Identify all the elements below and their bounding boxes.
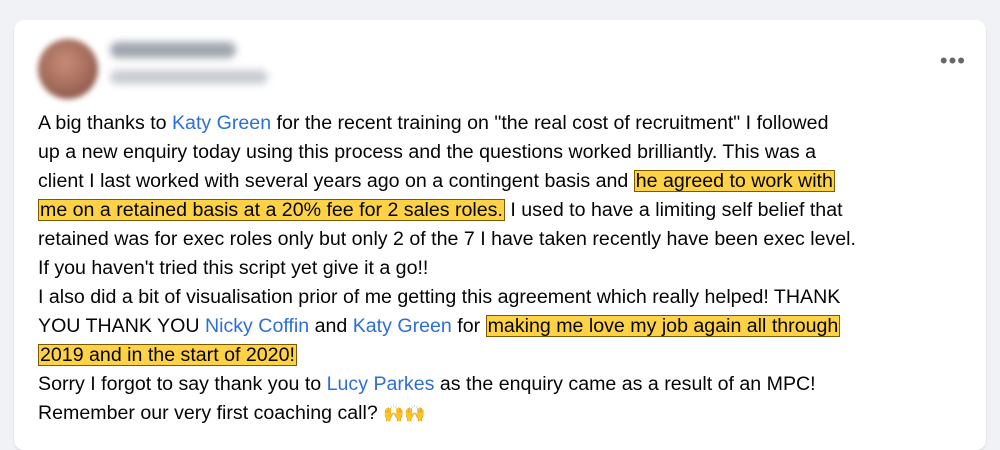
post-line: up a new enquiry today using this proces… [38, 138, 978, 167]
text-segment: A big thanks to [38, 112, 172, 134]
post-line: A big thanks to Katy Green for the recen… [38, 109, 978, 138]
author-name-blurred[interactable] [110, 42, 236, 58]
text-segment: I used to have a limiting self belief th… [504, 199, 843, 221]
highlighted-text: me on a retained basis at a 20% fee for … [38, 199, 505, 221]
text-segment: retained was for exec roles only but onl… [38, 228, 856, 250]
post-card: ••• A big thanks to Katy Green for the r… [14, 20, 986, 450]
highlighted-text: he agreed to work with [633, 170, 835, 192]
post-line: me on a retained basis at a 20% fee for … [38, 196, 978, 225]
text-segment: YOU THANK YOU [38, 315, 205, 337]
highlighted-text: 2019 and in the start of 2020! [38, 344, 297, 366]
mention-nicky-coffin[interactable]: Nicky Coffin [205, 315, 309, 337]
post-line: 2019 and in the start of 2020! [38, 341, 978, 370]
text-segment: for the recent training on "the real cos… [271, 112, 829, 134]
post-line: client I last worked with several years … [38, 167, 978, 196]
post-line: If you haven't tried this script yet giv… [38, 254, 978, 283]
post-timestamp-blurred[interactable] [110, 70, 268, 84]
post-line: Sorry I forgot to say thank you to Lucy … [38, 370, 978, 399]
post-line: retained was for exec roles only but onl… [38, 225, 978, 254]
text-segment: Sorry I forgot to say thank you to [38, 373, 327, 395]
text-segment: as the enquiry came as a result of an MP… [434, 373, 816, 395]
text-segment: I also did a bit of visualisation prior … [38, 286, 841, 308]
post-line: Remember our very first coaching call? 🙌… [38, 399, 978, 428]
author-avatar[interactable] [38, 39, 98, 99]
text-segment: If you haven't tried this script yet giv… [38, 257, 429, 279]
text-segment: for [451, 315, 486, 337]
mention-katy-green[interactable]: Katy Green [353, 315, 452, 337]
highlighted-text: making me love my job again all through [485, 315, 841, 337]
text-segment: client I last worked with several years … [38, 170, 634, 192]
post-line: YOU THANK YOU Nicky Coffin and Katy Gree… [38, 312, 978, 341]
text-segment: and [309, 315, 353, 337]
text-segment: up a new enquiry today using this proces… [38, 141, 817, 163]
more-options-icon[interactable]: ••• [940, 50, 966, 72]
mention-katy-green[interactable]: Katy Green [172, 112, 271, 134]
text-segment: Remember our very first coaching call? [38, 402, 384, 424]
post-body: A big thanks to Katy Green for the recen… [38, 109, 978, 428]
mention-lucy-parkes[interactable]: Lucy Parkes [327, 373, 435, 395]
post-line: I also did a bit of visualisation prior … [38, 283, 978, 312]
raised-hands-emoji-icon: 🙌🙌 [383, 404, 426, 423]
